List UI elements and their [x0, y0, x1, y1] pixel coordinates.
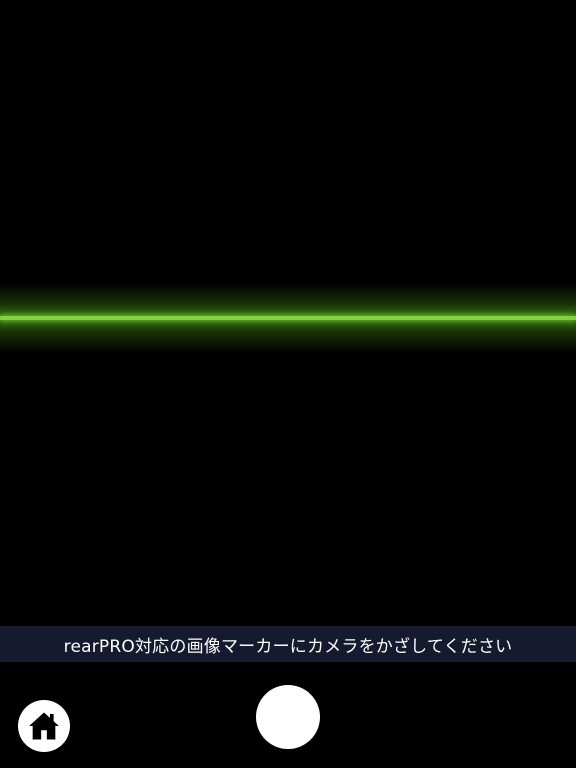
instruction-text: rearPRO対応の画像マーカーにカメラをかざしてください — [63, 636, 513, 657]
home-icon — [27, 709, 61, 743]
instruction-banner: rearPRO対応の画像マーカーにカメラをかざしてください — [0, 626, 576, 662]
shutter-button[interactable] — [256, 685, 320, 749]
scan-line — [0, 316, 576, 320]
home-button[interactable] — [18, 700, 70, 752]
